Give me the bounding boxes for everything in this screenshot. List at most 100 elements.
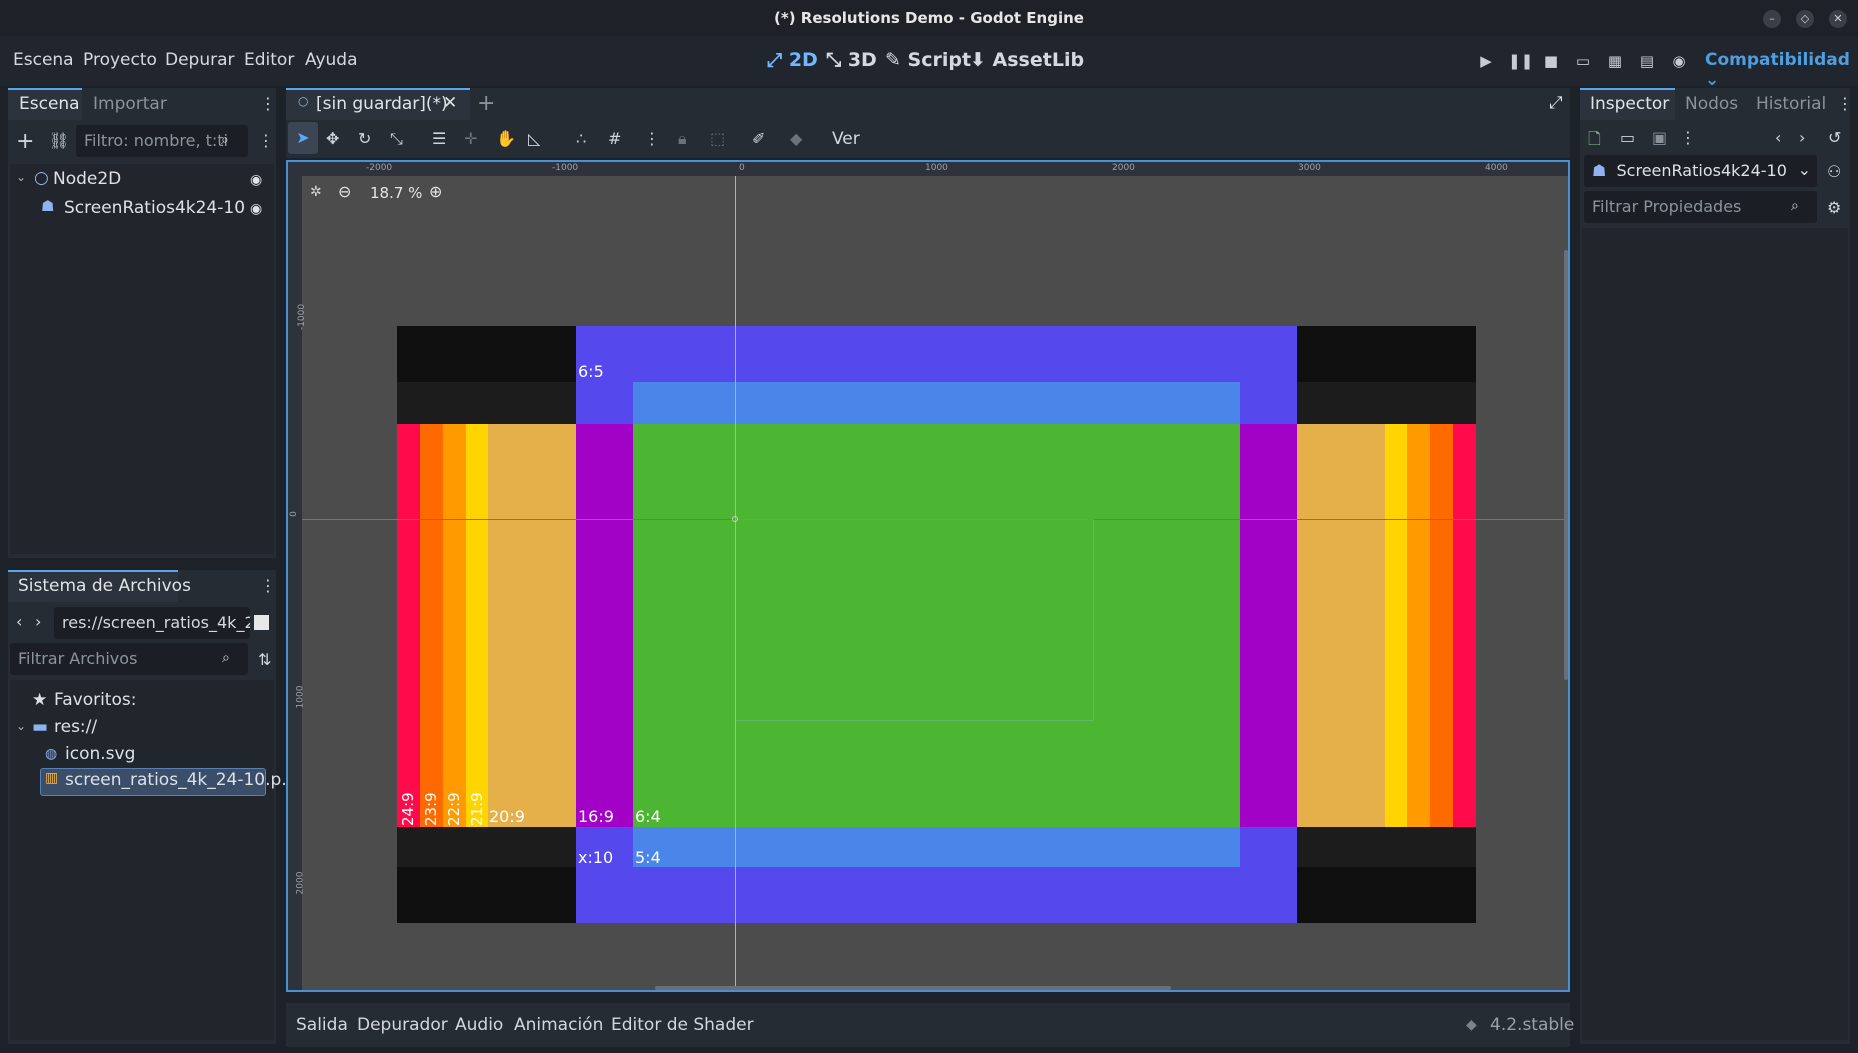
version-label[interactable]: 4.2.stable — [1490, 1015, 1574, 1035]
minimize-icon[interactable]: – — [1763, 10, 1781, 28]
path-field[interactable]: res://screen_ratios_4k_2 — [54, 607, 250, 639]
list-select-icon[interactable]: ☰ — [432, 129, 446, 148]
distraction-free-icon[interactable]: ⤢ — [1549, 93, 1563, 113]
pivot-tool-icon[interactable]: ✛ — [464, 129, 477, 148]
pan-tool-icon[interactable]: ✋ — [496, 129, 516, 148]
tab-output[interactable]: Salida — [296, 1015, 348, 1035]
res-root[interactable]: res:// — [54, 717, 97, 737]
rotate-tool-icon[interactable]: ↻ — [358, 129, 371, 148]
history-back-icon[interactable]: ‹ — [1775, 128, 1781, 147]
property-filter-input[interactable]: Filtrar Propiedades — [1584, 191, 1817, 223]
back-icon[interactable]: ‹ — [16, 612, 22, 631]
filesystem-title[interactable]: Sistema de Archivos — [18, 576, 191, 596]
view-menu[interactable]: Ver — [832, 129, 860, 149]
collapse-arrow-icon[interactable]: ⌄ — [16, 719, 26, 733]
history-forward-icon[interactable]: › — [1799, 128, 1805, 147]
zoom-out-icon[interactable]: ⊖ — [338, 182, 351, 201]
ruler-label: 0 — [739, 163, 745, 173]
link-icon[interactable]: ⛓ — [49, 131, 69, 150]
move-tool-icon[interactable]: ✥ — [326, 129, 339, 148]
toggle-split-icon[interactable] — [254, 615, 269, 630]
dock-menu-icon[interactable]: ⋮ — [260, 94, 276, 113]
workspace-3d-button[interactable]: ⤡ 3D — [826, 49, 877, 71]
tab-inspector[interactable]: Inspector — [1590, 94, 1669, 114]
tab-debugger[interactable]: Depurador — [357, 1015, 448, 1035]
add-tab-icon[interactable]: + — [477, 91, 495, 116]
tab-audio[interactable]: Audio — [455, 1015, 503, 1035]
play-icon[interactable]: ▶ — [1475, 50, 1497, 72]
renderer-select[interactable]: Compatibilidad ⌄ — [1705, 50, 1858, 90]
add-node-icon[interactable]: + — [16, 129, 34, 154]
movie-maker-icon[interactable]: ◉ — [1668, 50, 1690, 72]
stop-icon[interactable]: ■ — [1540, 50, 1562, 72]
viewport-2d[interactable]: -2000 -1000 0 1000 2000 3000 4000 -1000 … — [286, 160, 1570, 992]
remote-debug-icon[interactable]: ▭ — [1572, 50, 1594, 72]
ruler-label: 1000 — [925, 163, 948, 173]
shape-icon[interactable]: ◆ — [790, 129, 802, 148]
tab-animation[interactable]: Animación — [514, 1015, 603, 1035]
zoom-in-icon[interactable]: ⊕ — [429, 182, 442, 201]
dock-menu-icon[interactable]: ⋮ — [1837, 94, 1853, 113]
workspace-assetlib-button[interactable]: ⬇ AssetLib — [970, 49, 1084, 71]
favorites-label[interactable]: Favoritos: — [54, 690, 136, 710]
tree-node-node2d[interactable]: Node2D — [53, 169, 121, 189]
chevron-down-icon: ⌄ — [1797, 160, 1811, 179]
file-filter-input[interactable]: Filtrar Archivos — [10, 643, 248, 675]
save-resource-icon[interactable]: ▣ — [1652, 128, 1667, 147]
file-icon-svg[interactable]: icon.svg — [65, 744, 135, 764]
new-resource-icon[interactable]: 🗋︎ — [1588, 128, 1601, 155]
menu-editor[interactable]: Editor — [244, 50, 294, 70]
file-screen-ratios[interactable]: screen_ratios_4k_24-10.p... — [65, 770, 298, 790]
center-view-icon[interactable]: ✲ — [310, 184, 322, 200]
grid-snap-icon[interactable]: # — [608, 129, 621, 148]
workspace-2d-button[interactable]: ⤢ 2D — [767, 49, 818, 71]
close-tab-icon[interactable]: ✕ — [443, 93, 457, 113]
restore-icon[interactable]: ◇ — [1796, 10, 1814, 28]
resource-options-icon[interactable]: ⋮ — [1680, 128, 1696, 147]
godot-icon: ◆ — [1466, 1017, 1477, 1033]
skeleton-icon[interactable]: ✐ — [752, 129, 765, 148]
workspace-script-button[interactable]: ✎ Script — [885, 49, 971, 71]
forward-icon[interactable]: › — [35, 612, 41, 631]
menu-escena[interactable]: Escena — [13, 50, 74, 70]
select-tool-icon[interactable]: ➤ — [288, 122, 318, 154]
visibility-eye-icon[interactable]: ◉ — [250, 172, 262, 188]
pause-icon[interactable]: ❚❚ — [1508, 50, 1533, 72]
tab-nodes[interactable]: Nodos — [1685, 94, 1738, 114]
snap-options-icon[interactable]: ⋮ — [644, 129, 660, 148]
sort-icon[interactable]: ⇅ — [258, 650, 271, 669]
scene-tab-bar: ○ [sin guardar](*) ✕ + ⤢ — [286, 88, 1570, 120]
menu-depurar[interactable]: Depurar — [165, 50, 235, 70]
scene-options-icon[interactable]: ⋮ — [258, 131, 274, 150]
canvas-toolbar: ➤ ✥ ↻ ⤡ ☰ ✛ ✋ ◺ ∴ # ⋮ 🔒︎ ⬚ ✐ ◆ Ver — [286, 120, 1570, 158]
ruler-tool-icon[interactable]: ◺ — [528, 129, 540, 148]
tab-import[interactable]: Importar — [93, 94, 167, 114]
lock-icon[interactable]: 🔒︎ — [678, 129, 687, 149]
tab-shader-editor[interactable]: Editor de Shader — [611, 1015, 754, 1035]
smart-snap-icon[interactable]: ∴ — [576, 129, 586, 148]
scale-tool-icon[interactable]: ⤡ — [390, 129, 403, 149]
dock-menu-icon[interactable]: ⋮ — [260, 576, 276, 595]
horizontal-scrollbar[interactable] — [655, 986, 1171, 990]
object-history-icon[interactable]: ↺ — [1828, 128, 1841, 147]
close-window-icon[interactable]: ✕ — [1829, 10, 1847, 28]
play-scene-icon[interactable]: ▦ — [1604, 50, 1626, 72]
collapse-arrow-icon[interactable]: ⌄ — [16, 170, 26, 184]
vertical-scrollbar[interactable] — [1564, 250, 1568, 680]
property-options-icon[interactable]: ⚙ — [1827, 198, 1841, 217]
zoom-level[interactable]: 18.7 % — [370, 184, 422, 202]
node-info-icon[interactable]: ⚇ — [1827, 162, 1841, 181]
tree-node-screenratios[interactable]: ScreenRatios4k24-10 — [64, 198, 245, 218]
tab-history[interactable]: Historial — [1756, 94, 1826, 114]
play-custom-scene-icon[interactable]: ▤ — [1636, 50, 1658, 72]
menu-proyecto[interactable]: Proyecto — [83, 50, 157, 70]
tab-sin-guardar[interactable]: [sin guardar](*) — [316, 94, 448, 114]
group-icon[interactable]: ⬚ — [710, 129, 725, 148]
open-resource-icon[interactable]: ▭ — [1620, 128, 1635, 147]
label-16-9: 16:9 — [578, 807, 614, 826]
visibility-eye-icon[interactable]: ◉ — [250, 201, 262, 217]
tab-scene[interactable]: Escena — [19, 94, 80, 114]
menu-ayuda[interactable]: Ayuda — [305, 50, 358, 70]
object-selector[interactable]: ☗ ScreenRatios4k24-10 ⌄ — [1584, 155, 1817, 187]
object-name: ScreenRatios4k24-10 — [1616, 161, 1787, 180]
